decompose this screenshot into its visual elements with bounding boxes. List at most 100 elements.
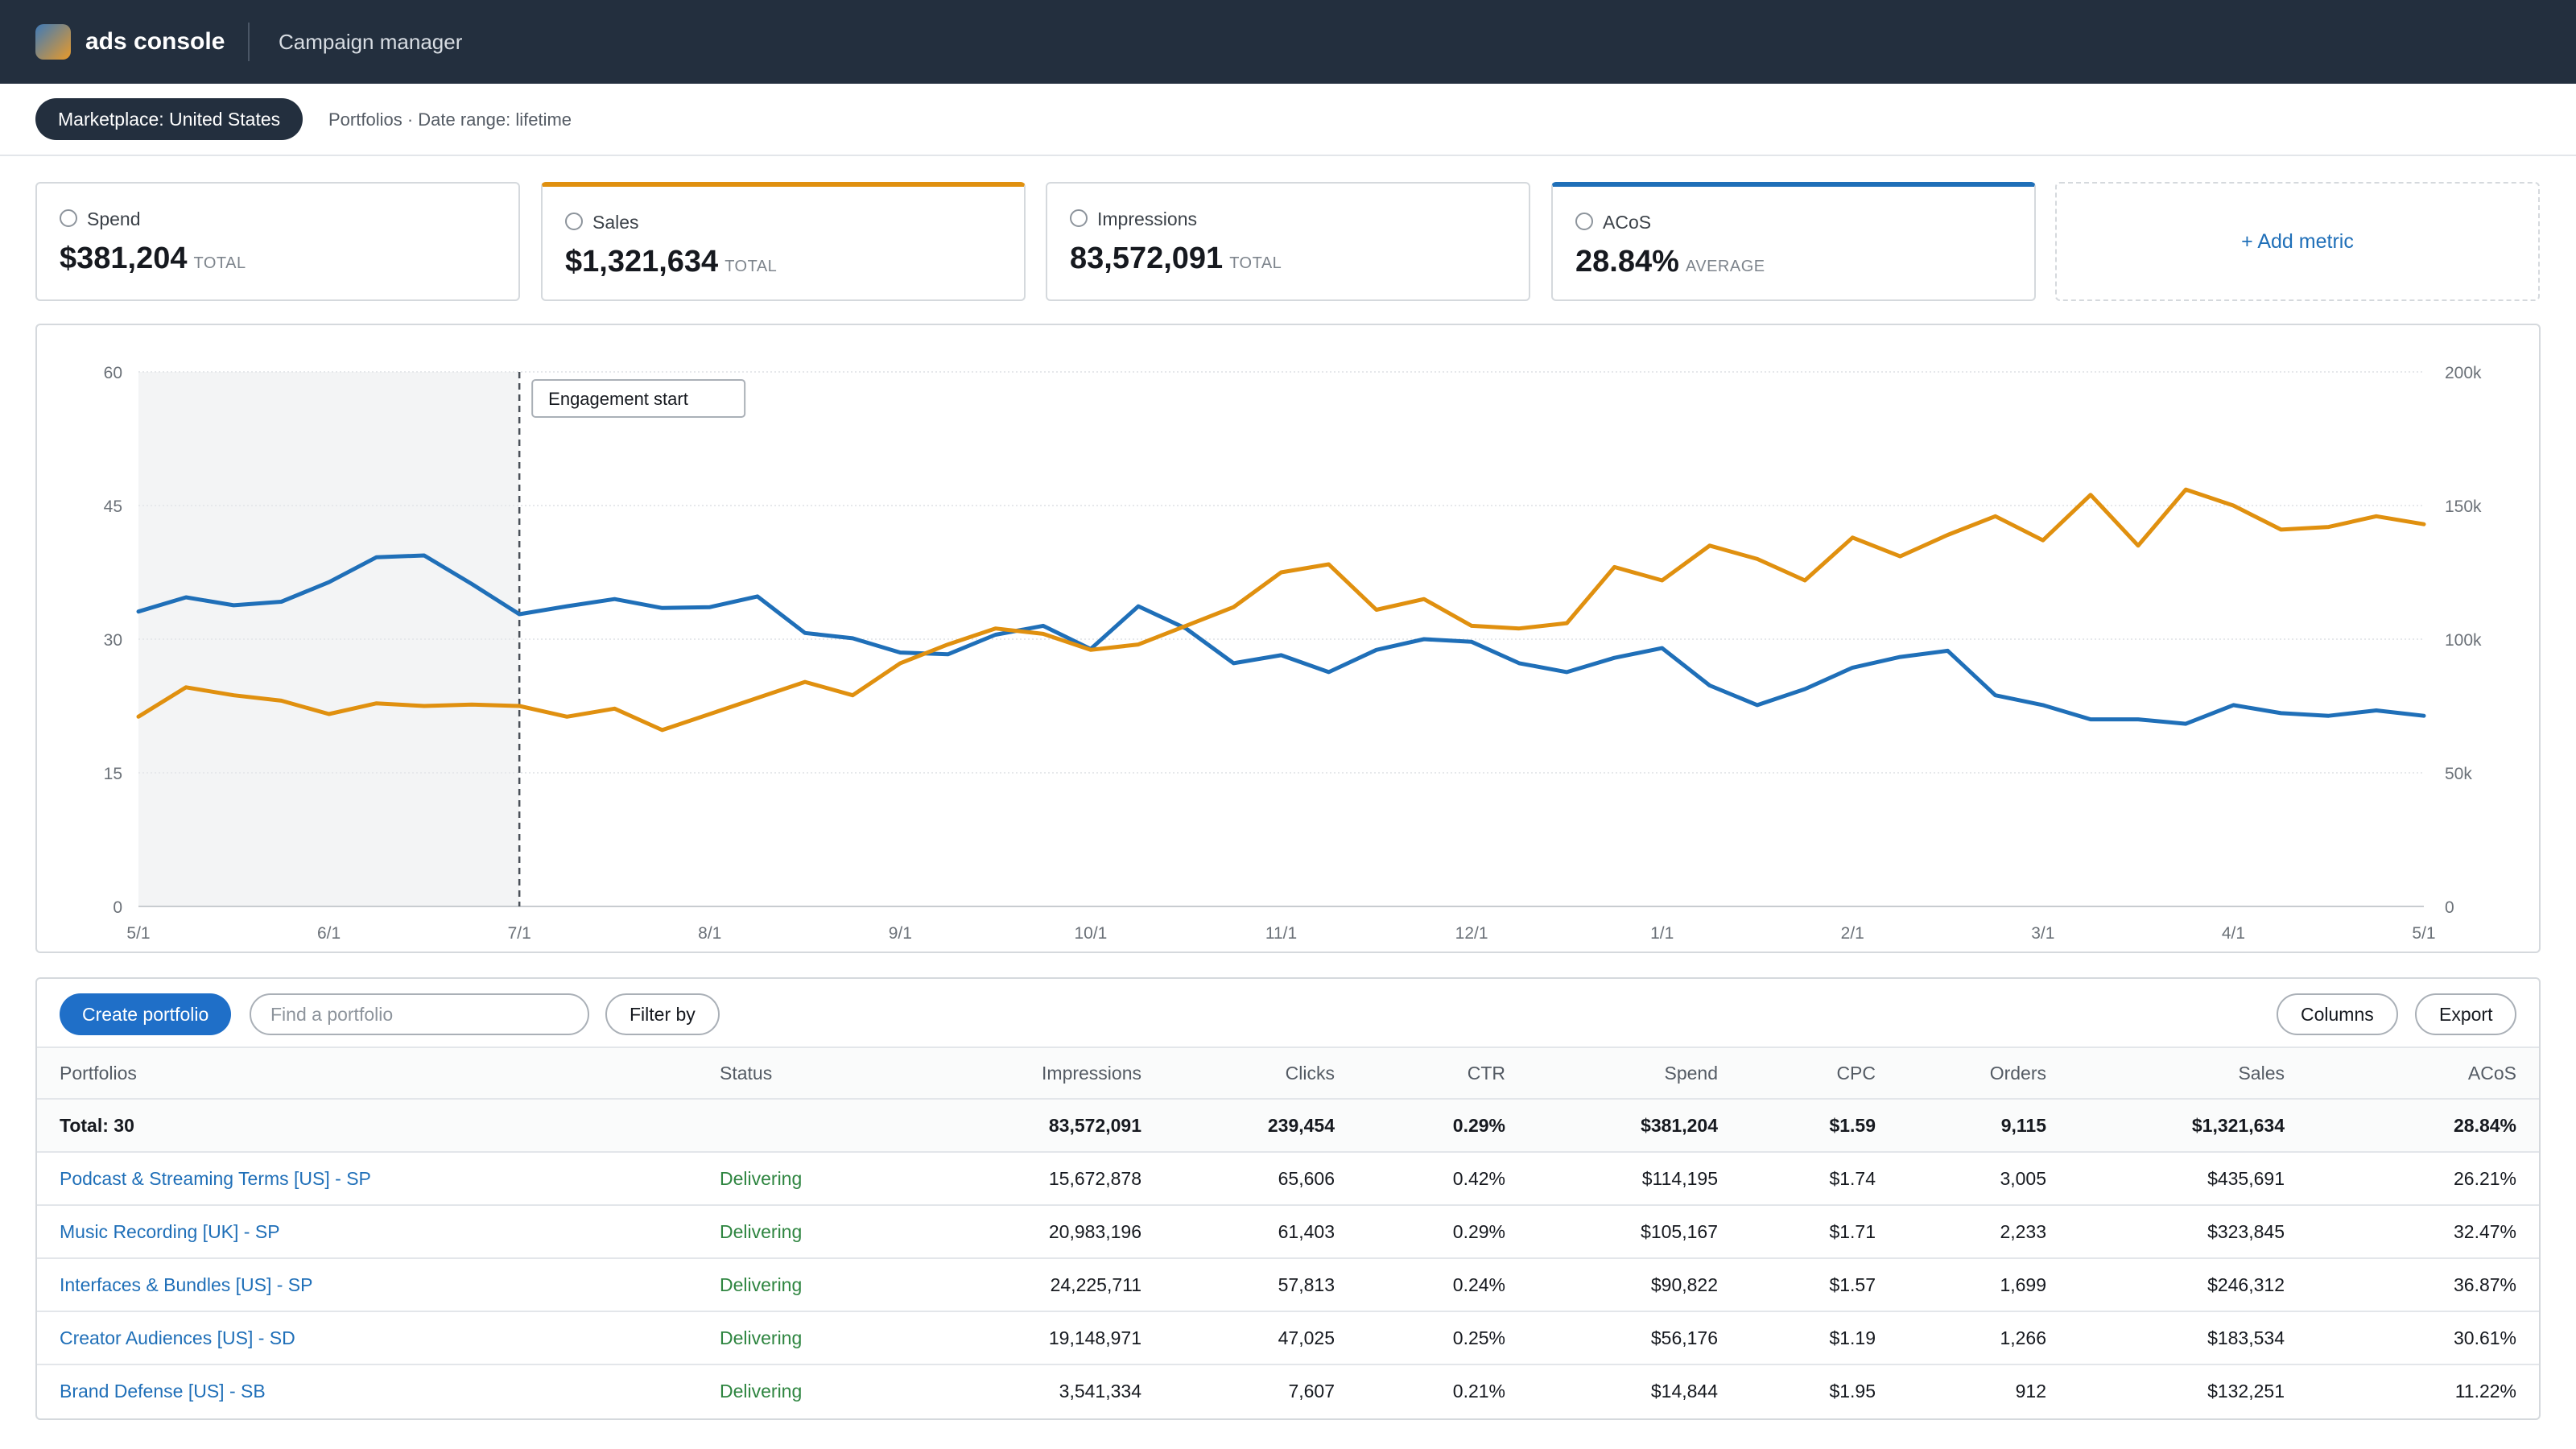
column-header-impressions[interactable]: Impressions — [923, 1046, 1164, 1099]
x-tick-label: 1/1 — [1650, 924, 1674, 943]
column-header-acos[interactable]: ACoS — [2307, 1046, 2539, 1099]
top-navigation-bar: ads console Campaign manager — [0, 0, 2576, 84]
export-button[interactable]: Export — [2415, 993, 2517, 1035]
impressions-cell: 3,541,334 — [923, 1364, 1164, 1418]
metric-radio-icon[interactable] — [1575, 213, 1593, 230]
column-header-portfolios[interactable]: Portfolios — [37, 1046, 697, 1099]
cpc-cell: $1.19 — [1740, 1311, 1898, 1364]
portfolios-table-panel: Create portfolio Filter by Columns Expor… — [35, 977, 2541, 1420]
spend-cell: $14,844 — [1528, 1364, 1740, 1418]
portfolio-name-link[interactable]: Interfaces & Bundles [US] - SP — [37, 1257, 697, 1311]
filter-bar: Marketplace: United States Portfolios · … — [0, 84, 2576, 156]
column-header-sales[interactable]: Sales — [2069, 1046, 2307, 1099]
cpc-cell: $1.57 — [1740, 1257, 1898, 1311]
brand-name[interactable]: ads console — [85, 27, 225, 56]
orders-cell: 3,005 — [1898, 1151, 2069, 1205]
metric-card-spend[interactable]: Spend $381,204 TOTAL — [35, 182, 520, 301]
impressions-cell: 24,225,711 — [923, 1257, 1164, 1311]
y-left-tick-label: 45 — [104, 497, 122, 516]
metric-qualifier: TOTAL — [1229, 254, 1282, 272]
spend-cell: $56,176 — [1528, 1311, 1740, 1364]
sales-cell: $132,251 — [2069, 1364, 2307, 1418]
metric-radio-icon[interactable] — [1070, 209, 1088, 227]
metric-label: ACoS — [1603, 212, 1652, 233]
y-left-tick-label: 30 — [104, 631, 122, 650]
create-portfolio-button[interactable]: Create portfolio — [60, 993, 232, 1035]
impressions-cell: 15,672,878 — [923, 1151, 1164, 1205]
portfolio-name-link[interactable]: Brand Defense [US] - SB — [37, 1364, 697, 1418]
marketplace-selector[interactable]: Marketplace: United States — [35, 98, 303, 140]
table-header-row: Portfolios Status Impressions Clicks CTR… — [37, 1046, 2539, 1099]
impressions-cell: 19,148,971 — [923, 1311, 1164, 1364]
x-tick-label: 11/1 — [1265, 924, 1297, 943]
app-logo-icon[interactable] — [35, 24, 71, 60]
x-tick-label: 9/1 — [889, 924, 912, 943]
column-header-ctr[interactable]: CTR — [1357, 1046, 1528, 1099]
total-sales: $1,321,634 — [2069, 1098, 2307, 1152]
metric-value: $381,204 TOTAL — [60, 242, 246, 275]
metric-card-impressions[interactable]: Impressions 83,572,091 TOTAL — [1046, 182, 1530, 301]
y-right-tick-label: 100k — [2445, 631, 2482, 650]
table-row: Brand Defense [US] - SB Delivering 3,541… — [37, 1364, 2539, 1418]
metric-value: 28.84% AVERAGE — [1575, 245, 1765, 279]
status-label: Delivering — [697, 1364, 923, 1418]
sales-cell: $435,691 — [2069, 1151, 2307, 1205]
metric-qualifier: AVERAGE — [1685, 258, 1765, 275]
acos-cell: 36.87% — [2307, 1257, 2539, 1311]
ctr-cell: 0.21% — [1357, 1364, 1528, 1418]
acos-cell: 32.47% — [2307, 1204, 2539, 1258]
chart-canvas: 0 0 15 50k 30 100k 45 150k 60 200k 5/1 6/1 7/1 8/1 9/1… — [104, 364, 2482, 943]
add-metric-button[interactable]: + Add metric — [2055, 182, 2540, 301]
columns-button[interactable]: Columns — [2277, 993, 2398, 1035]
orders-cell: 2,233 — [1898, 1204, 2069, 1258]
orders-cell: 1,699 — [1898, 1257, 2069, 1311]
acos-cell: 26.21% — [2307, 1151, 2539, 1205]
metric-qualifier: TOTAL — [193, 254, 246, 272]
total-impressions: 83,572,091 — [923, 1098, 1164, 1152]
x-tick-label: 4/1 — [2222, 924, 2245, 943]
clicks-cell: 65,606 — [1164, 1151, 1357, 1205]
sales-cell: $323,845 — [2069, 1204, 2307, 1258]
portfolio-name-link[interactable]: Creator Audiences [US] - SD — [37, 1311, 697, 1364]
status-label: Delivering — [697, 1204, 923, 1258]
orders-cell: 912 — [1898, 1364, 2069, 1418]
orders-cell: 1,266 — [1898, 1311, 2069, 1364]
column-header-orders[interactable]: Orders — [1898, 1046, 2069, 1099]
filter-by-button[interactable]: Filter by — [605, 993, 720, 1035]
x-tick-label: 8/1 — [698, 924, 721, 943]
cpc-cell: $1.74 — [1740, 1151, 1898, 1205]
ctr-cell: 0.42% — [1357, 1151, 1528, 1205]
portfolio-name-link[interactable]: Music Recording [UK] - SP — [37, 1204, 697, 1258]
metric-label: Impressions — [1097, 208, 1197, 229]
section-title[interactable]: Campaign manager — [279, 29, 462, 55]
portfolios-table: Portfolios Status Impressions Clicks CTR… — [37, 1046, 2539, 1418]
performance-chart: 0 0 15 50k 30 100k 45 150k 60 200k 5/1 6/1 7/1 8/1 9/1… — [35, 324, 2541, 953]
column-header-clicks[interactable]: Clicks — [1164, 1046, 1357, 1099]
annotation-label: Engagement start — [548, 389, 688, 409]
cpc-cell: $1.71 — [1740, 1204, 1898, 1258]
header-divider — [248, 23, 250, 61]
clicks-cell: 47,025 — [1164, 1311, 1357, 1364]
column-header-cpc[interactable]: CPC — [1740, 1046, 1898, 1099]
y-right-tick-label: 0 — [2445, 898, 2454, 917]
column-header-status[interactable]: Status — [697, 1046, 923, 1099]
total-spend: $381,204 — [1528, 1098, 1740, 1152]
x-tick-label: 5/1 — [126, 924, 150, 943]
y-left-tick-label: 0 — [113, 898, 122, 917]
table-row: Interfaces & Bundles [US] - SP Deliverin… — [37, 1257, 2539, 1311]
metric-card-sales[interactable]: Sales $1,321,634 TOTAL — [541, 182, 1026, 301]
column-header-spend[interactable]: Spend — [1528, 1046, 1740, 1099]
table-total-row: Total: 30 83,572,091 239,454 0.29% $381,… — [37, 1098, 2539, 1152]
y-right-tick-label: 50k — [2445, 765, 2472, 783]
table-row: Creator Audiences [US] - SD Delivering 1… — [37, 1311, 2539, 1364]
clicks-cell: 61,403 — [1164, 1204, 1357, 1258]
metric-radio-icon[interactable] — [60, 209, 77, 227]
metric-radio-icon[interactable] — [565, 213, 583, 230]
x-tick-label: 12/1 — [1455, 924, 1488, 943]
portfolio-search-input[interactable] — [250, 993, 589, 1035]
y-left-tick-label: 15 — [104, 765, 122, 783]
metric-card-acos[interactable]: ACoS 28.84% AVERAGE — [1551, 182, 2036, 301]
total-status — [697, 1098, 923, 1152]
portfolio-name-link[interactable]: Podcast & Streaming Terms [US] - SP — [37, 1151, 697, 1205]
x-tick-label: 7/1 — [508, 924, 531, 943]
